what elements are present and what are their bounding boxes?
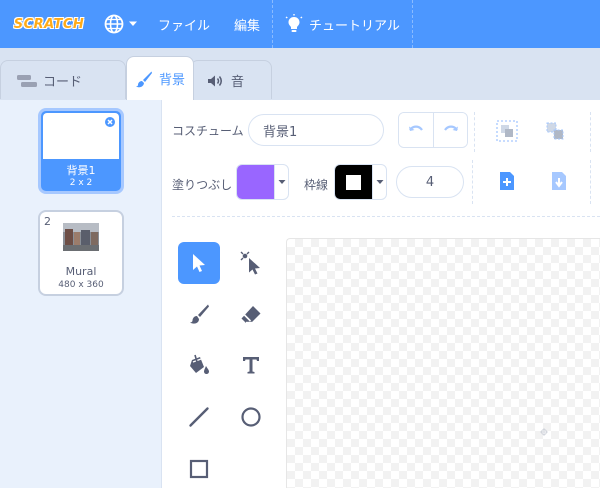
undo-redo-group [398,112,468,148]
circle-icon [241,407,261,427]
tab-backdrops-label: 背景 [158,73,185,88]
backward-button[interactable] [544,166,574,196]
brush-icon [190,304,209,324]
outline-swatch-inner [346,174,361,190]
outline-label: 枠線 [304,178,329,192]
redo-icon [443,125,458,131]
outline-dropdown[interactable] [372,165,386,199]
fill-color-swatch [237,165,274,199]
circle-tool[interactable] [230,396,272,438]
select-tool[interactable] [178,242,220,284]
scratch-logo[interactable]: SCRATCH [12,8,86,40]
menu-bar: SCRATCH ファイル 編集 チュートリアル [0,0,600,48]
costume-name-label: コスチューム [172,124,244,138]
tab-row: コード 音 背景 [0,48,600,100]
tab-sounds[interactable]: 音 [190,60,272,100]
backdrop-number: 2 [44,215,51,228]
outline-color-swatch [335,165,372,199]
close-icon [107,119,113,125]
redo-button[interactable] [433,113,467,147]
forward-button[interactable] [492,166,522,196]
ungroup-button[interactable] [540,116,570,146]
paint-canvas[interactable] [286,238,600,488]
reshape-tool[interactable] [230,242,272,284]
logo-text: SCRATCH [13,16,85,32]
fill-color-picker[interactable] [236,164,289,200]
eraser-icon [241,306,261,323]
outline-width-input[interactable]: 4 [396,166,464,198]
costume-name-value: 背景1 [263,124,298,140]
backdrop-number: 1 [45,114,52,127]
send-backward-icon [552,172,566,190]
globe-icon [104,14,124,34]
paint-editor: コスチューム 背景1 塗りつぶし 枠線 4 [162,99,600,488]
chevron-down-icon [129,21,137,26]
language-menu[interactable] [96,0,146,48]
canvas-center-marker [540,428,548,436]
tab-sounds-label: 音 [231,75,245,90]
fill-label: 塗りつぶし [172,178,233,192]
select-icon [193,254,205,272]
tab-backdrops[interactable]: 背景 [126,56,194,100]
group-icon [496,120,518,142]
brush-icon [135,71,152,87]
outline-color-picker[interactable] [334,164,387,200]
costume-name-input[interactable]: 背景1 [248,114,384,146]
chevron-down-icon [278,180,285,184]
text-icon [243,357,259,374]
backdrop-name: 背景1 [66,164,96,177]
outline-width-value: 4 [425,174,435,190]
lightbulb-icon [285,14,303,32]
group-button[interactable] [492,116,522,146]
toolbar-bottom-divider [172,216,600,217]
toolbar-divider-2 [590,112,591,152]
fill-tool[interactable] [178,344,220,386]
fill-dropdown[interactable] [274,165,288,199]
backdrop-name: Mural [65,265,97,278]
bring-forward-icon [500,172,514,190]
tutorials-label: チュートリアル [309,18,400,34]
delete-button[interactable] [103,115,117,129]
tab-code[interactable]: コード [0,60,126,100]
line-tool[interactable] [178,396,220,438]
eraser-tool[interactable] [230,293,272,335]
tab-code-label: コード [43,75,83,90]
rectangle-tool[interactable] [178,448,220,488]
undo-button[interactable] [399,113,433,147]
file-menu[interactable]: ファイル [146,0,222,48]
reshape-icon [240,251,260,275]
backdrop-size: 480 x 360 [58,280,104,290]
toolbar-divider-3 [472,160,473,204]
chevron-down-icon [376,180,383,184]
tutorials-menu[interactable]: チュートリアル [273,0,412,48]
rectangle-icon [189,459,209,479]
toolbar-divider [474,112,475,152]
backdrop-list: 1 背景1 2 x 2 2 Mural 480 x 360 [0,99,162,488]
toolbar-divider-4 [590,160,591,204]
code-icon [17,74,37,87]
line-icon [189,407,209,427]
ungroup-icon [546,122,564,140]
speaker-icon [208,75,222,86]
text-tool[interactable] [230,344,272,386]
edit-menu[interactable]: 編集 [222,0,272,48]
fill-icon [190,354,209,374]
backdrop-size: 2 x 2 [69,178,93,188]
undo-icon [409,125,423,131]
brush-tool[interactable] [178,293,220,335]
mural-thumbnail [63,223,99,251]
backdrop-item-2[interactable]: 2 Mural 480 x 360 [38,210,124,296]
backdrop-item-1[interactable]: 1 背景1 2 x 2 [38,108,124,194]
menu-divider-2 [411,0,413,48]
